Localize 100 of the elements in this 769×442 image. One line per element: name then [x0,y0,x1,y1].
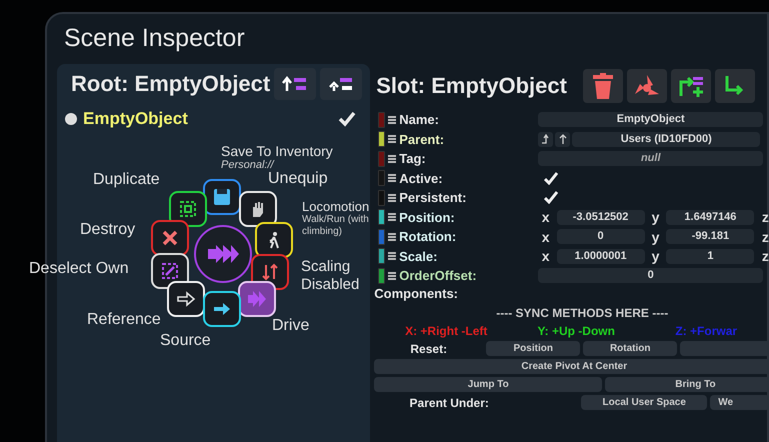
parent-under-button[interactable]: Local User Space [581,395,708,410]
up-arrow-icon [558,134,567,144]
axis-label: x [540,228,551,245]
axis-label: x [540,248,551,264]
checkbox[interactable] [544,172,558,185]
field-label: Persistent: [399,190,468,206]
double-arrow-icon [206,244,240,264]
trash-icon [592,73,614,99]
drag-handle-icon[interactable] [388,194,396,202]
text-field[interactable]: 0 [538,268,764,284]
drive-icon [247,290,267,308]
reset-button[interactable]: Rotation [583,341,678,356]
delete-button[interactable] [582,69,623,103]
field-marker-icon[interactable] [378,150,386,167]
arrow-list-icon [282,75,308,93]
sync-methods-label: ---- SYNC METHODS HERE ---- [495,306,670,322]
checkbox[interactable] [544,191,558,204]
arrow-plus-icon [678,74,704,98]
axis-label: z [760,209,769,226]
recycle-button[interactable] [626,69,667,103]
jump-parent-button[interactable] [538,132,554,147]
duplicate-icon [178,200,198,218]
tree-item[interactable]: EmptyObject [83,109,332,129]
drag-handle-icon[interactable] [388,252,396,260]
axis-hint: Z: +Forwar [674,324,738,338]
text-field[interactable]: EmptyObject [538,112,764,128]
drag-handle-icon[interactable] [388,174,396,182]
reference-field[interactable]: Users (ID10FD00) [572,132,760,147]
radial-item-label: Locomotion [302,199,370,214]
check-icon[interactable] [338,111,356,127]
axis-label: z [760,228,769,245]
up-arrow-button[interactable] [555,132,570,147]
parent-under-button[interactable]: We [710,395,769,410]
move-button[interactable]: Bring To [605,377,769,392]
field-marker-icon[interactable] [378,131,386,148]
root-title: Root: EmptyObject [70,71,270,97]
source-petal-button[interactable] [203,291,241,327]
field-label: Parent: [399,132,446,147]
insert-parent-button[interactable] [714,69,755,103]
scaling-icon [260,263,280,281]
number-field[interactable]: -99.181 [666,229,754,244]
axis-label: x [540,209,551,226]
destroy-petal-button[interactable] [151,220,189,256]
radial-item-label: Unequip [268,170,328,188]
radial-item-sublabel: Personal:// [221,159,276,171]
bent-arrow-icon [724,74,746,98]
reference-icon [176,290,196,308]
field-label: Position: [399,210,456,225]
radial-item-label: Deselect Own [29,260,129,278]
add-child-button[interactable] [670,69,711,103]
radial-item-sublabel: Walk/Run (with climbing) [302,214,370,238]
deselect-icon [160,262,180,280]
drive-petal-button[interactable] [238,281,276,317]
number-field[interactable]: 1 [666,248,754,264]
drag-handle-icon[interactable] [388,232,396,241]
radial-item-label: Scaling Disabled [301,258,360,294]
axis-label: y [650,209,660,226]
move-button[interactable]: Jump To [374,377,602,392]
drag-handle-icon[interactable] [388,213,396,222]
field-marker-icon[interactable] [378,248,386,264]
number-field[interactable]: 1.6497146 [666,210,754,225]
axis-label: y [650,228,660,245]
field-marker-icon[interactable] [378,170,386,186]
field-label: OrderOffset: [399,268,478,284]
field-marker-icon[interactable] [378,268,386,284]
axis-label: z [760,248,769,264]
field-marker-icon[interactable] [378,112,386,128]
reference-petal-button[interactable] [167,281,205,317]
field-marker-icon[interactable] [378,228,386,245]
number-field[interactable]: -3.0512502 [556,210,645,225]
bent-arrow-icon [541,134,550,144]
number-field[interactable]: 0 [556,229,645,244]
number-field[interactable]: 1.0000001 [556,248,645,264]
drag-handle-icon[interactable] [388,135,396,144]
radial-item-label: Destroy [80,221,136,239]
axis-hint: Y: +Up -Down [536,324,616,338]
save-icon [212,188,232,206]
destroy-icon [160,229,180,247]
expand-dot-icon[interactable] [65,113,77,125]
move-in-button[interactable] [320,68,362,100]
drag-handle-icon[interactable] [388,154,396,163]
field-marker-icon[interactable] [378,209,386,226]
source-icon [212,300,232,318]
drag-handle-icon[interactable] [388,116,396,124]
radial-item-label: Save To Inventory [221,143,333,159]
radial-item-label: Duplicate [93,171,160,189]
field-marker-icon[interactable] [378,190,386,206]
text-field[interactable]: null [538,151,764,166]
components-label: Components: [374,286,460,300]
create-pivot-button[interactable]: Create Pivot At Center [374,359,769,374]
drag-handle-icon[interactable] [388,272,396,280]
axis-label: y [650,248,660,264]
unequip-petal-button[interactable] [239,191,277,227]
field-label: Scale: [399,248,438,264]
move-up-button[interactable] [274,68,316,100]
field-label: Tag: [399,151,427,166]
window-title: Scene Inspector [63,23,246,54]
field-label: Name: [399,112,440,128]
reset-button[interactable]: Position [486,341,580,356]
radial-item-label: Drive [272,317,310,335]
